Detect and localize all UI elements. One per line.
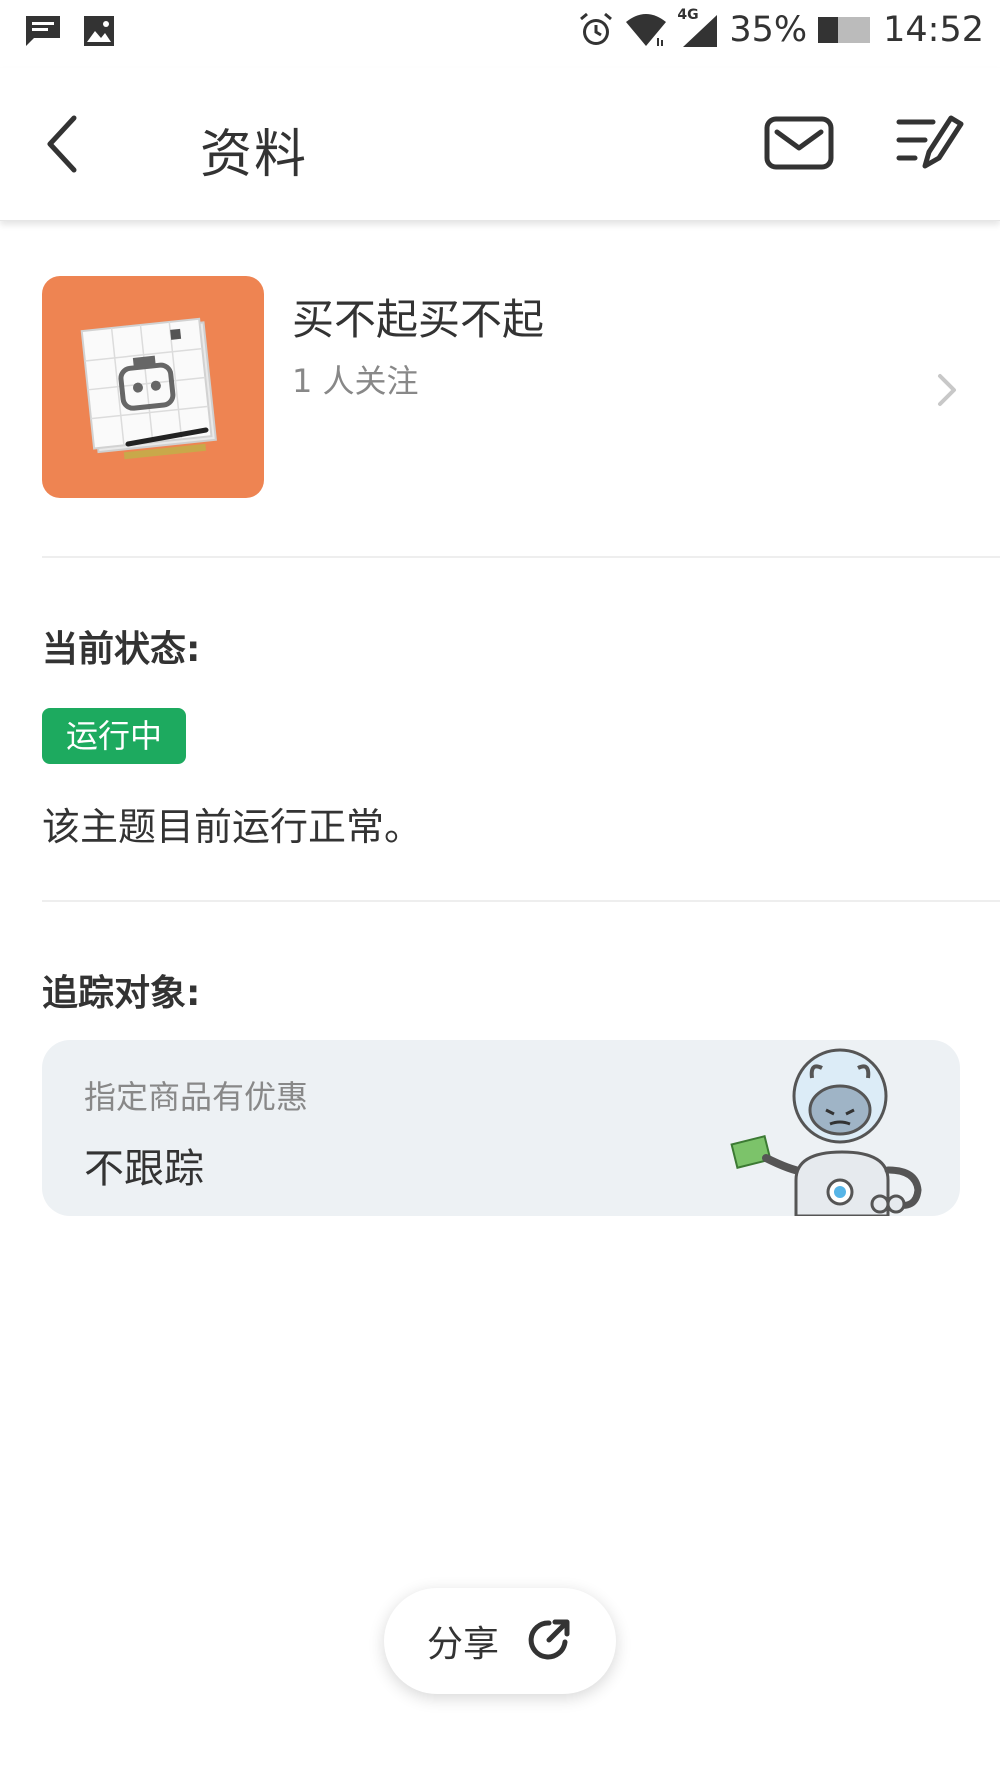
signal-4g-icon: 4G [677, 7, 719, 49]
alarm-icon [577, 11, 615, 49]
message-icon [24, 14, 62, 52]
back-icon[interactable] [38, 112, 88, 176]
page-title: 资料 [200, 125, 309, 185]
profile-row[interactable]: 买不起买不起 1 人关注 [42, 276, 960, 500]
share-button[interactable]: 分享 [384, 1588, 616, 1694]
share-icon [527, 1616, 573, 1666]
mail-icon[interactable] [764, 116, 834, 174]
share-label: 分享 [426, 1624, 499, 1665]
battery-percent: 35% [729, 10, 808, 50]
chevron-right-icon [936, 372, 960, 412]
status-section-title: 当前状态: [42, 629, 201, 670]
avatar [42, 276, 264, 498]
astronaut-mascot-icon [730, 1040, 960, 1216]
status-badge: 运行中 [42, 708, 186, 764]
tracking-section-title: 追踪对象: [42, 973, 201, 1014]
tracking-card-label: 指定商品有优惠 [84, 1078, 309, 1116]
app-header: 资料 [0, 68, 1000, 221]
follower-count: 1 人关注 [292, 362, 419, 400]
clock-time: 14:52 [883, 10, 984, 50]
wifi-icon [625, 12, 667, 48]
status-bar: 4G 35% 14:52 [0, 0, 1000, 68]
tracking-card[interactable]: 指定商品有优惠 不跟踪 [42, 1040, 960, 1216]
profile-name: 买不起买不起 [292, 295, 545, 344]
image-icon [82, 14, 116, 52]
divider [42, 900, 1000, 902]
battery-icon [817, 15, 873, 45]
divider [42, 556, 1000, 558]
edit-list-icon[interactable] [895, 112, 965, 176]
tracking-card-value: 不跟踪 [84, 1146, 204, 1192]
status-description: 该主题目前运行正常。 [42, 805, 423, 849]
